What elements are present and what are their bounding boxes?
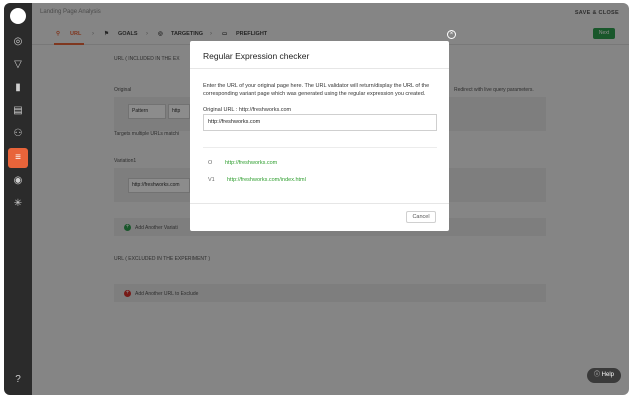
split-test-icon[interactable]: ≡ xyxy=(12,152,24,164)
funnel-icon[interactable]: ▽ xyxy=(12,59,24,71)
dashboard-icon[interactable]: ◎ xyxy=(12,36,24,48)
app-logo[interactable] xyxy=(10,8,26,24)
modal-footer-divider xyxy=(190,203,449,204)
help-circle-icon: ⓘ xyxy=(593,372,600,378)
cancel-button[interactable]: Cancel xyxy=(406,211,436,223)
layout-icon[interactable]: ▤ xyxy=(12,105,24,117)
trash-icon[interactable]: ▮ xyxy=(12,82,24,94)
sidebar: ◎ ▽ ▮ ▤ ⚇ ≡ ◉ ✳ ? xyxy=(4,3,32,395)
regex-checker-modal: Regular Expression checker Enter the URL… xyxy=(190,41,449,231)
result-url-variation[interactable]: http://freshworks.com/index.html xyxy=(227,177,306,183)
segments-icon[interactable]: ⚇ xyxy=(12,128,24,140)
help-button[interactable]: ⓘ Help xyxy=(587,368,621,383)
help-label: Help xyxy=(601,372,615,378)
original-url-input[interactable]: http://freshworks.com xyxy=(203,114,437,131)
app-window: ◎ ▽ ▮ ▤ ⚇ ≡ ◉ ✳ ? Landing Page Analysis … xyxy=(4,3,629,395)
modal-description: Enter the URL of your original page here… xyxy=(203,83,430,97)
result-key-original: O xyxy=(208,160,213,166)
result-key-variation: V1 xyxy=(208,177,215,183)
help-circle-icon[interactable]: ? xyxy=(12,374,24,386)
divider xyxy=(203,147,437,148)
target-icon[interactable]: ◉ xyxy=(12,175,24,187)
result-url-original[interactable]: http://freshworks.com xyxy=(225,160,277,166)
integrations-icon[interactable]: ✳ xyxy=(12,198,24,210)
original-url-label: Original URL : http://freshworks.com xyxy=(203,107,292,113)
modal-title: Regular Expression checker xyxy=(190,41,449,69)
close-icon[interactable]: × xyxy=(447,30,456,39)
